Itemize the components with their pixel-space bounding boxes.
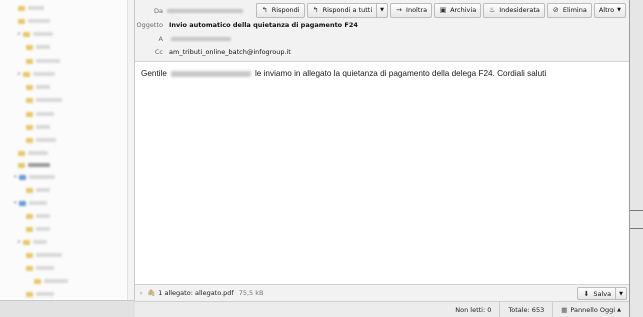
folder-item[interactable] [26,122,50,132]
reply-icon: ↰ [261,6,268,14]
message-view: Da ↰ Rispondi ↰ Rispondi a tutti ▼ → Inoltr… [135,0,629,317]
reply-all-label: Rispondi a tutti [322,6,373,14]
folder-item[interactable]: ▾ [14,172,55,182]
junk-label: Indesiderata [499,6,540,14]
folder-item[interactable] [26,224,50,234]
folder-item[interactable] [18,3,44,13]
delete-icon: ⊘ [552,6,559,14]
archive-label: Archivia [450,6,477,14]
chevron-right-icon[interactable]: › [135,289,147,297]
reply-all-icon: ↰ [312,6,319,14]
folder-item[interactable] [26,42,50,52]
calendar-icon: ▦ [561,305,568,314]
folder-item[interactable]: ▸ [18,69,55,79]
body-text: le inviamo in allegato la quietanza di p… [254,69,547,78]
save-split-button: ⬇ Salva ▼ [577,287,627,300]
folder-item[interactable] [34,276,68,286]
archive-icon: ▣ [439,6,447,14]
mail-client-window: ▸ ▸ ▾ ▾ ▸ Da ↰ Rispondi ↰ Rispondi a tut… [0,0,643,317]
folder-item[interactable] [26,185,50,195]
folder-item[interactable] [26,56,60,66]
today-pane-toggle[interactable]: ▦ Pannello Oggi ▲ [552,301,629,317]
folder-item[interactable]: ▸ [18,237,47,247]
attachment-count: 1 allegato: [158,289,193,297]
folder-item[interactable] [26,135,56,145]
folder-item[interactable] [18,16,50,26]
forward-icon: → [396,6,402,14]
cc-label: Cc [154,48,163,56]
folder-item[interactable] [26,211,50,221]
to-label: A [158,35,163,43]
reply-all-button[interactable]: ↰ Rispondi a tutti [306,2,378,18]
folder-item[interactable] [26,289,54,299]
folder-item[interactable] [18,148,48,158]
archive-button[interactable]: ▣ Archivia [434,2,482,18]
folder-pane: ▸ ▸ ▾ ▾ ▸ [0,0,135,317]
message-header: Da ↰ Rispondi ↰ Rispondi a tutti ▼ → Inoltr… [135,0,629,62]
junk-icon: ♨ [489,6,496,14]
recipient-name-redacted [170,70,251,77]
folder-item[interactable]: ▸ [18,29,53,39]
forward-button[interactable]: → Inoltra [390,2,433,18]
message-body: Gentile le inviamo in allegato la quietan… [135,63,629,284]
subject-label: Oggetto [136,21,163,29]
status-bar: Non letti: 0 Totale: 653 ▦ Pannello Oggi … [135,301,629,317]
total-count: Totale: 653 [499,301,552,317]
paperclip-icon: 🖇 [147,289,156,297]
chevron-down-icon: ▼ [617,7,621,13]
save-dropdown[interactable]: ▼ [616,287,627,300]
forward-label: Inoltra [406,6,428,14]
junk-button[interactable]: ♨ Indesiderata [483,2,545,18]
folder-item[interactable] [18,160,50,170]
more-label: Altro [598,6,615,14]
chevron-down-icon: ▼ [619,290,623,297]
folder-item[interactable]: ▾ [14,198,47,208]
folder-pane-footer [0,300,135,317]
more-button[interactable]: Altro ▼ [593,2,626,18]
subject-value: Invio automatico della quietanza di paga… [169,21,358,29]
download-icon: ⬇ [583,289,590,298]
cc-value[interactable]: am_tributi_online_batch@infogroup.it [169,48,291,56]
today-pane-label: Pannello Oggi [570,305,616,314]
attachment-filename[interactable]: allegato.pdf [195,289,234,297]
greeting-text: Gentile [141,69,167,78]
chevron-down-icon: ▼ [380,7,385,13]
folder-item[interactable] [26,95,62,105]
folder-pane-scrollbar[interactable] [127,0,134,317]
delete-button[interactable]: ⊘ Elimina [546,2,592,18]
chevron-up-icon: ▲ [617,306,621,313]
unread-count-text: Non letti: 0 [455,305,492,314]
save-button[interactable]: ⬇ Salva [577,287,617,300]
attachment-size: 75,5 kB [238,289,264,297]
attachment-bar: › 🖇 1 allegato: allegato.pdf 75,5 kB ⬇ Sa… [135,284,629,301]
to-value[interactable] [171,35,231,43]
folder-item[interactable] [26,263,54,273]
reply-all-split-button: ↰ Rispondi a tutti ▼ [306,2,389,18]
from-label: Da [154,7,163,15]
background-window-edge [629,0,643,317]
total-count-text: Totale: 653 [508,305,545,314]
from-value[interactable] [167,7,243,15]
reply-button[interactable]: ↰ Rispondi [255,2,305,18]
message-toolbar: ↰ Rispondi ↰ Rispondi a tutti ▼ → Inoltra ▣… [255,0,629,20]
folder-item[interactable] [26,82,50,92]
reply-label: Rispondi [271,6,300,14]
reply-all-dropdown[interactable]: ▼ [377,2,389,18]
folder-item[interactable] [26,250,62,260]
delete-label: Elimina [562,6,587,14]
folder-item[interactable] [26,109,54,119]
save-label: Salva [593,289,612,298]
unread-count: Non letti: 0 [447,302,499,317]
